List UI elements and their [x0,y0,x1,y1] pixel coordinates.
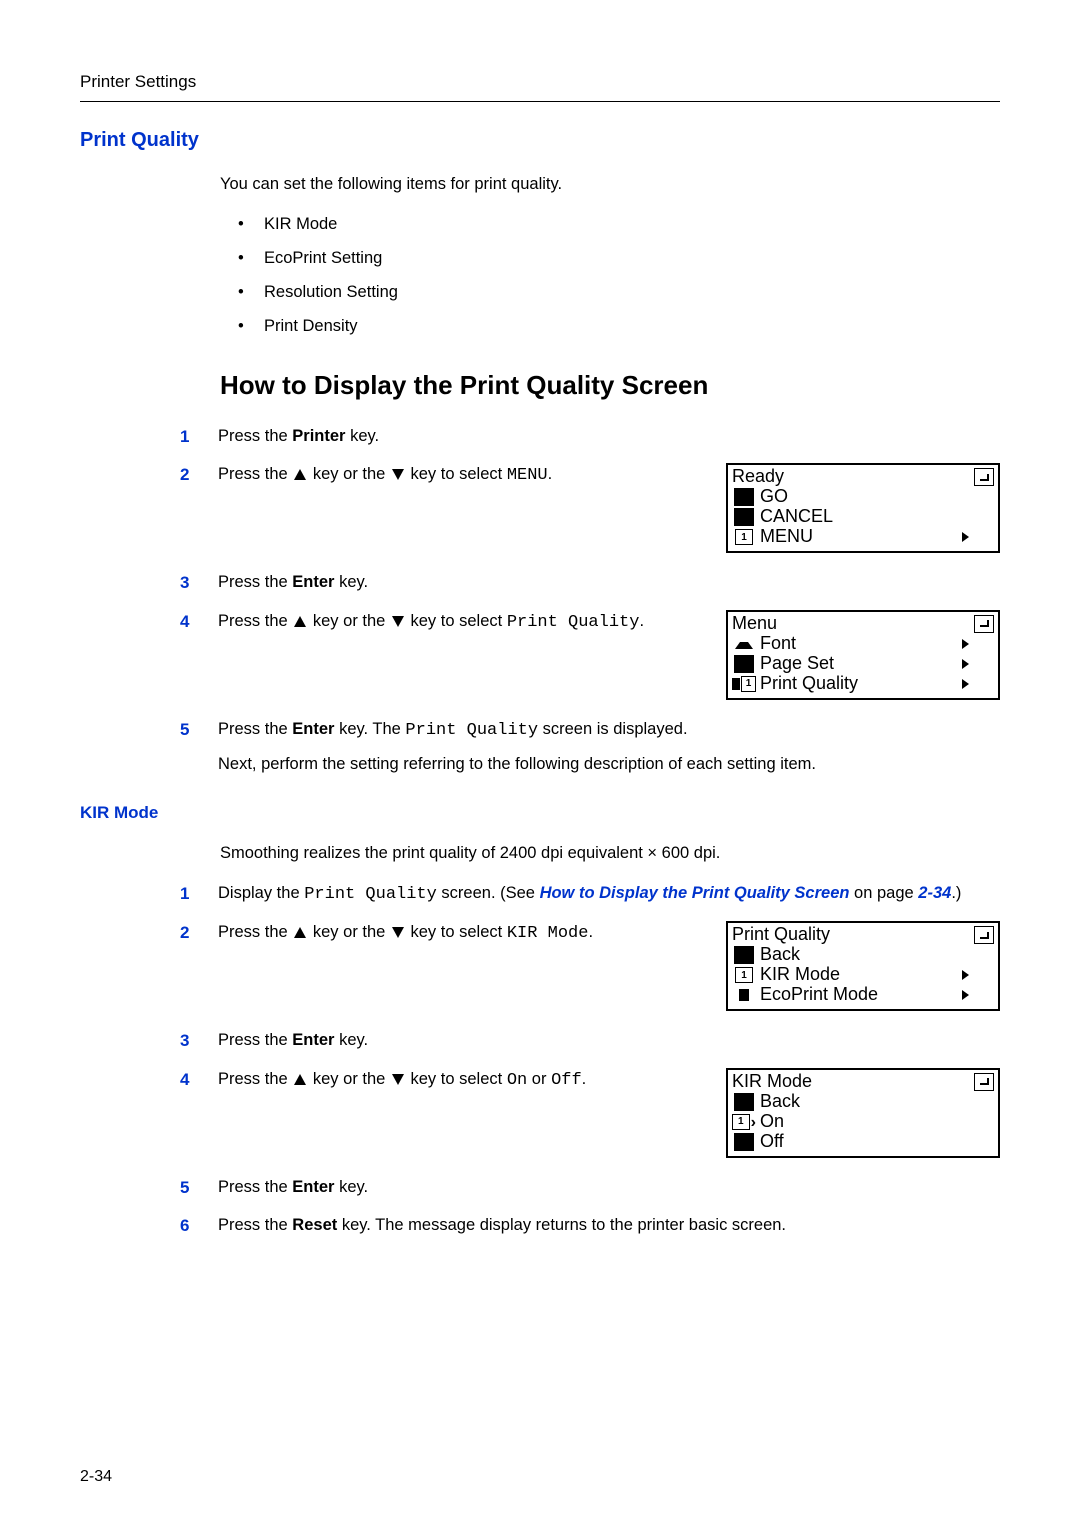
step-b6: 6 Press the Reset key. The message displ… [180,1214,1000,1239]
subsection-kir-mode: KIR Mode [80,801,1000,826]
lcd-cursor-icon [734,946,754,964]
submenu-arrow-icon [960,965,971,985]
down-key-icon [390,612,406,630]
up-key-icon [292,465,308,483]
panel-item: Page Set [756,654,960,674]
list-item: KIR Mode [238,213,1000,237]
lcd-cursor-icon [734,508,754,526]
num-box-icon: 1 [735,967,753,983]
step-number: 4 [180,610,218,635]
lcd-cursor-icon [734,1133,754,1151]
down-key-icon [390,465,406,483]
step-b3: 3 Press the Enter key. [180,1029,1000,1054]
page-ref-link[interactable]: 2-34 [918,884,951,902]
panel-item: Off [756,1132,960,1152]
step-number: 4 [180,1068,218,1093]
list-item: EcoPrint Setting [238,247,1000,271]
section-title-print-quality: Print Quality [80,126,1000,155]
step-a5-line2: Next, perform the setting referring to t… [218,753,1000,777]
step-a1: 1 Press the Printer key. [180,425,1000,450]
panel-item: EcoPrint Mode [756,985,960,1005]
lcd-panel-ready: Ready GO CANCEL 1MENU [726,463,1000,553]
lcd-cursor-icon [734,488,754,506]
page-number: 2-34 [80,1465,112,1488]
submenu-arrow-icon [960,674,971,694]
step-a5: 5 Press the Enter key. The Print Quality… [180,718,1000,778]
lcd-cursor-icon [734,1093,754,1111]
enter-icon [974,468,994,486]
step-a4-row: 4 Press the key or the key to select Pri… [180,610,1000,700]
step-number: 2 [180,921,218,946]
scroll-up-icon [735,634,753,654]
kir-intro: Smoothing realizes the print quality of … [220,842,1000,866]
lcd-panel-kir-mode: KIR Mode Back 1 On Off [726,1068,1000,1158]
lcd-panel-menu: Menu Font Page Set 1Print Quality [726,610,1000,700]
submenu-arrow-icon [960,654,971,674]
down-key-icon [390,1070,406,1088]
num-box-icon: 1 [735,529,753,545]
scroll-down-icon [732,678,740,690]
panel-title: Menu [732,614,994,634]
enter-icon [974,926,994,944]
panel-item: MENU [756,527,960,547]
panel-item: Font [756,634,960,654]
down-key-icon [390,923,406,941]
intro-text: You can set the following items for prin… [220,173,1000,197]
panel-title: Ready [732,467,994,487]
panel-item: Back [756,945,960,965]
step-number: 2 [180,463,218,488]
step-number: 1 [180,882,218,907]
cross-ref-link[interactable]: How to Display the Print Quality Screen [540,884,850,902]
enter-icon [974,1073,994,1091]
num-box-icon: 1 [741,676,756,692]
submenu-arrow-icon [960,634,971,654]
step-a2-row: 2 Press the key or the key to select MEN… [180,463,1000,553]
header-text: Printer Settings [80,72,196,91]
up-key-icon [292,612,308,630]
step-number: 6 [180,1214,218,1239]
step-number: 5 [180,1176,218,1201]
scroll-down-icon [739,989,749,1001]
step-number: 3 [180,1029,218,1054]
step-number: 3 [180,571,218,596]
submenu-arrow-icon [960,527,971,547]
up-key-icon [292,923,308,941]
panel-item: KIR Mode [756,965,960,985]
step-a3: 3 Press the Enter key. [180,571,1000,596]
up-key-icon [292,1070,308,1088]
panel-item: Print Quality [756,674,960,694]
howto-heading: How to Display the Print Quality Screen [220,367,1000,405]
panel-item: Back [756,1092,960,1112]
step-b2-row: 2 Press the key or the key to select KIR… [180,921,1000,1011]
panel-item: GO [756,487,960,507]
step-b5: 5 Press the Enter key. [180,1176,1000,1201]
panel-title: KIR Mode [732,1072,994,1092]
num-box-icon: 1 [732,1114,750,1130]
step-b1: 1 Display the Print Quality screen. (See… [180,882,1000,908]
panel-title: Print Quality [732,925,994,945]
lcd-cursor-icon [734,655,754,673]
step-number: 5 [180,718,218,743]
step-number: 1 [180,425,218,450]
list-item: Print Density [238,315,1000,339]
page-header: Printer Settings [80,70,1000,102]
step-b4-row: 4 Press the key or the key to select On … [180,1068,1000,1158]
quality-items-list: KIR Mode EcoPrint Setting Resolution Set… [238,213,1000,339]
enter-icon [974,615,994,633]
lcd-panel-print-quality: Print Quality Back 1KIR Mode EcoPrint Mo… [726,921,1000,1011]
submenu-arrow-icon [960,985,971,1005]
list-item: Resolution Setting [238,281,1000,305]
panel-item: On [756,1112,960,1132]
panel-item: CANCEL [756,507,960,527]
